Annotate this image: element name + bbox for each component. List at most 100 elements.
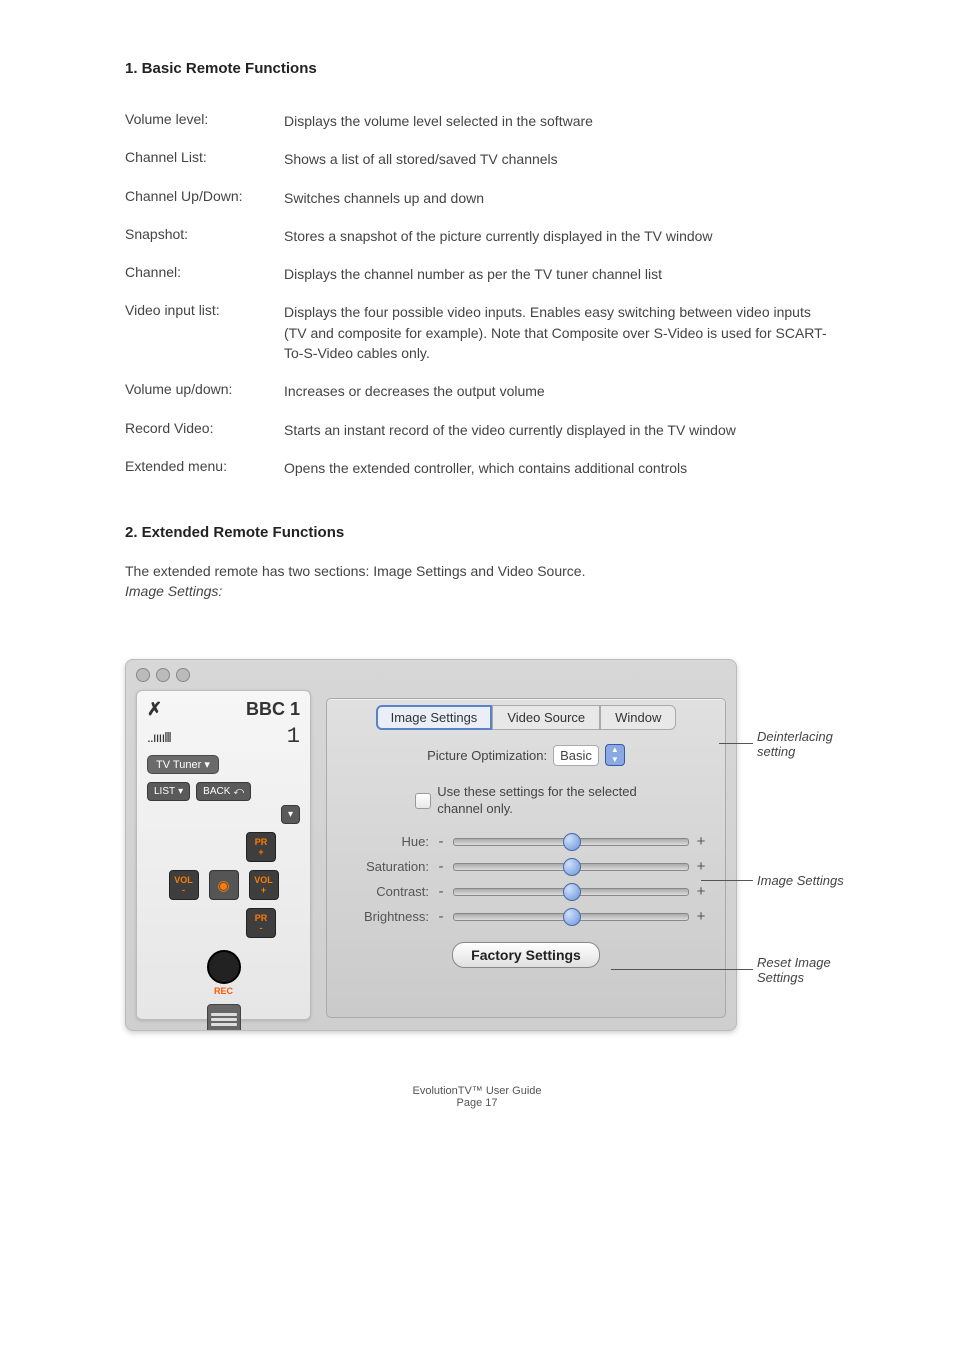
figure: ✗ BBC 1 ..ıııılll 1 TV Tuner ▾ LIST bbox=[125, 659, 885, 1039]
record-label: REC bbox=[147, 986, 300, 996]
saturation-label: Saturation: bbox=[345, 859, 429, 874]
pr-down-button[interactable]: PR - bbox=[246, 908, 276, 938]
extended-menu-button[interactable] bbox=[207, 1004, 241, 1031]
term-video-input: Video input list: bbox=[125, 296, 284, 369]
minus-icon: - bbox=[435, 884, 447, 899]
pr-label: PR bbox=[255, 837, 268, 847]
section2-intro: The extended remote has two sections: Im… bbox=[125, 563, 829, 579]
plus-icon: + bbox=[695, 909, 707, 924]
term-channel-updown: Channel Up/Down: bbox=[125, 182, 284, 214]
antenna-icon: ✗ bbox=[147, 699, 162, 720]
stepper-up-icon[interactable]: ▲ bbox=[611, 745, 619, 755]
callout-image-settings: Image Settings bbox=[757, 873, 844, 888]
channel-only-label: Use these settings for the selected chan… bbox=[437, 784, 636, 818]
term-channel-list: Channel List: bbox=[125, 143, 284, 175]
plus-icon: + bbox=[258, 847, 263, 857]
mute-button[interactable]: ▾ bbox=[281, 805, 300, 824]
back-label: BACK bbox=[203, 786, 230, 797]
desc-snapshot: Stores a snapshot of the picture current… bbox=[284, 220, 829, 252]
term-snapshot: Snapshot: bbox=[125, 220, 284, 252]
desc-record-video: Starts an instant record of the video cu… bbox=[284, 414, 829, 446]
section2-sub: Image Settings: bbox=[125, 583, 829, 599]
channel-only-checkbox[interactable] bbox=[415, 793, 431, 809]
hue-label: Hue: bbox=[345, 834, 429, 849]
volume-bars: ..ıııılll bbox=[147, 729, 171, 745]
footer-title: EvolutionTV™ User Guide bbox=[125, 1085, 829, 1097]
minus-icon: - bbox=[260, 923, 263, 933]
callout-line bbox=[611, 969, 753, 970]
chevron-down-icon: ▾ bbox=[288, 809, 293, 820]
channel-number: 1 bbox=[287, 724, 300, 749]
tab-window[interactable]: Window bbox=[600, 705, 676, 730]
list-button[interactable]: LIST ▾ bbox=[147, 782, 190, 801]
cb-line1: Use these settings for the selected bbox=[437, 784, 636, 801]
back-button[interactable]: BACK ⤺ bbox=[196, 782, 251, 801]
vol-label: VOL bbox=[174, 875, 193, 885]
cb-line2: channel only. bbox=[437, 801, 636, 818]
pr-up-button[interactable]: PR + bbox=[246, 832, 276, 862]
term-volume-updown: Volume up/down: bbox=[125, 375, 284, 407]
plus-icon: + bbox=[695, 859, 707, 874]
desc-channel: Displays the channel number as per the T… bbox=[284, 258, 829, 290]
term-channel: Channel: bbox=[125, 258, 284, 290]
remote-panel: ✗ BBC 1 ..ıııılll 1 TV Tuner ▾ LIST bbox=[136, 690, 311, 1020]
page-footer: EvolutionTV™ User Guide Page 17 bbox=[125, 1085, 829, 1109]
section1-heading: 1. Basic Remote Functions bbox=[125, 60, 829, 77]
settings-panel: Image Settings Video Source Window Pictu… bbox=[326, 698, 726, 1018]
po-value: Basic bbox=[560, 748, 592, 763]
section2-heading: 2. Extended Remote Functions bbox=[125, 524, 829, 541]
term-volume-level: Volume level: bbox=[125, 105, 284, 137]
channel-name: BBC 1 bbox=[246, 699, 300, 720]
callout-deinterlacing: Deinterlacing setting bbox=[757, 729, 833, 759]
term-record-video: Record Video: bbox=[125, 414, 284, 446]
sliders-group: Hue: - + Saturation: - + Contrast: - bbox=[345, 834, 707, 924]
footer-page: Page 17 bbox=[125, 1097, 829, 1109]
minus-icon: - bbox=[435, 909, 447, 924]
zoom-icon[interactable] bbox=[176, 668, 190, 682]
plus-icon: + bbox=[695, 884, 707, 899]
window-controls[interactable] bbox=[136, 668, 190, 682]
brightness-slider[interactable] bbox=[453, 913, 689, 921]
hue-slider[interactable] bbox=[453, 838, 689, 846]
vol-up-button[interactable]: VOL + bbox=[249, 870, 279, 900]
callout-line bbox=[719, 743, 753, 744]
desc-volume-level: Displays the volume level selected in th… bbox=[284, 105, 829, 137]
tab-video-source[interactable]: Video Source bbox=[492, 705, 600, 730]
desc-video-input: Displays the four possible video inputs.… bbox=[284, 296, 829, 369]
factory-settings-button[interactable]: Factory Settings bbox=[452, 942, 600, 968]
chevron-down-icon: ▾ bbox=[204, 759, 210, 771]
minus-icon: - bbox=[182, 885, 185, 895]
desc-channel-list: Shows a list of all stored/saved TV chan… bbox=[284, 143, 829, 175]
po-stepper[interactable]: ▲ ▼ bbox=[605, 744, 625, 766]
list-label: LIST bbox=[154, 786, 175, 797]
tuner-label: TV Tuner bbox=[156, 759, 201, 771]
tuner-dropdown[interactable]: TV Tuner ▾ bbox=[147, 755, 219, 774]
contrast-slider[interactable] bbox=[453, 888, 689, 896]
definitions-table: Volume level: Displays the volume level … bbox=[125, 99, 829, 490]
camera-icon: ◉ bbox=[217, 877, 229, 894]
desc-channel-updown: Switches channels up and down bbox=[284, 182, 829, 214]
term-extended-menu: Extended menu: bbox=[125, 452, 284, 484]
callout-line bbox=[701, 880, 753, 881]
window: ✗ BBC 1 ..ıııılll 1 TV Tuner ▾ LIST bbox=[125, 659, 737, 1031]
tab-image-settings[interactable]: Image Settings bbox=[376, 705, 493, 730]
vol-label: VOL bbox=[254, 875, 273, 885]
back-icon: ⤺ bbox=[233, 786, 244, 797]
contrast-label: Contrast: bbox=[345, 884, 429, 899]
desc-extended-menu: Opens the extended controller, which con… bbox=[284, 452, 829, 484]
snapshot-button[interactable]: ◉ bbox=[209, 870, 239, 900]
chevron-down-icon: ▾ bbox=[178, 786, 183, 797]
minus-icon: - bbox=[435, 834, 447, 849]
plus-icon: + bbox=[695, 834, 707, 849]
tab-bar: Image Settings Video Source Window bbox=[327, 705, 725, 730]
picture-optimization-select[interactable]: Basic bbox=[553, 745, 599, 766]
brightness-label: Brightness: bbox=[345, 909, 429, 924]
minimize-icon[interactable] bbox=[156, 668, 170, 682]
pr-label: PR bbox=[255, 913, 268, 923]
record-button[interactable] bbox=[207, 950, 241, 984]
callout-reset: Reset Image Settings bbox=[757, 955, 831, 985]
vol-down-button[interactable]: VOL - bbox=[169, 870, 199, 900]
close-icon[interactable] bbox=[136, 668, 150, 682]
saturation-slider[interactable] bbox=[453, 863, 689, 871]
stepper-down-icon[interactable]: ▼ bbox=[611, 755, 619, 765]
